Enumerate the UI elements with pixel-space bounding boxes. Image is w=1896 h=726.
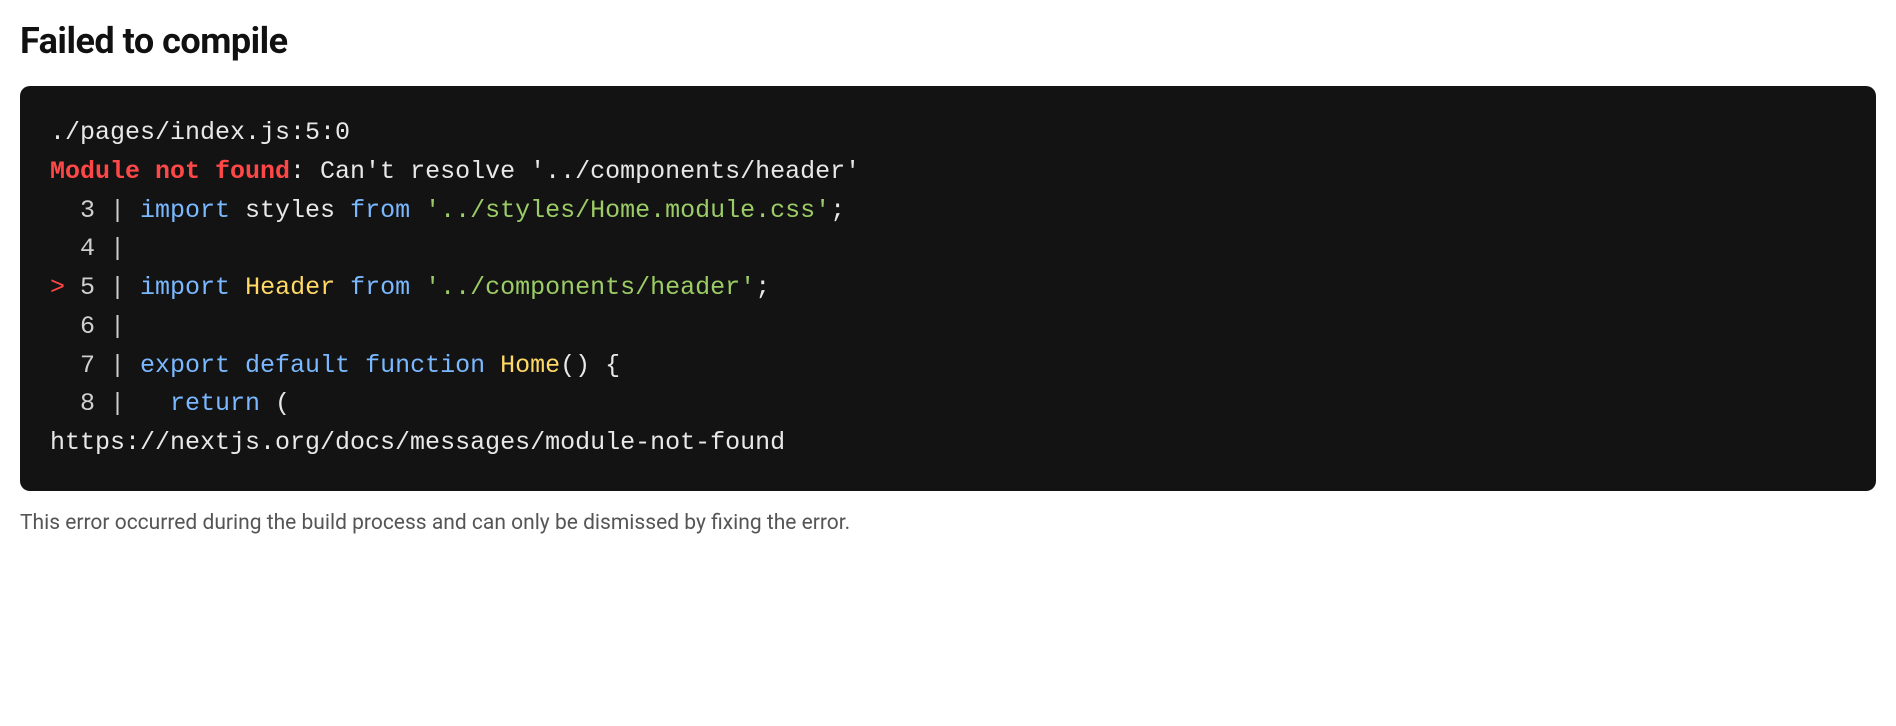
error-codeblock: ./pages/index.js:5:0Module not found: Ca… xyxy=(20,86,1876,491)
code-line-8: 8 | return ( xyxy=(50,385,1846,424)
error-summary-line: Module not found: Can't resolve '../comp… xyxy=(50,153,1846,192)
doc-link-line[interactable]: https://nextjs.org/docs/messages/module-… xyxy=(50,424,1846,463)
code-line-4: 4 | xyxy=(50,230,1846,269)
code-line-5: > 5 | import Header from '../components/… xyxy=(50,269,1846,308)
file-location-line: ./pages/index.js:5:0 xyxy=(50,114,1846,153)
page-title: Failed to compile xyxy=(20,20,1876,62)
code-line-3: 3 | import styles from '../styles/Home.m… xyxy=(50,192,1846,231)
footer-note: This error occurred during the build pro… xyxy=(20,511,1876,535)
code-line-6: 6 | xyxy=(50,308,1846,347)
code-line-7: 7 | export default function Home() { xyxy=(50,347,1846,386)
